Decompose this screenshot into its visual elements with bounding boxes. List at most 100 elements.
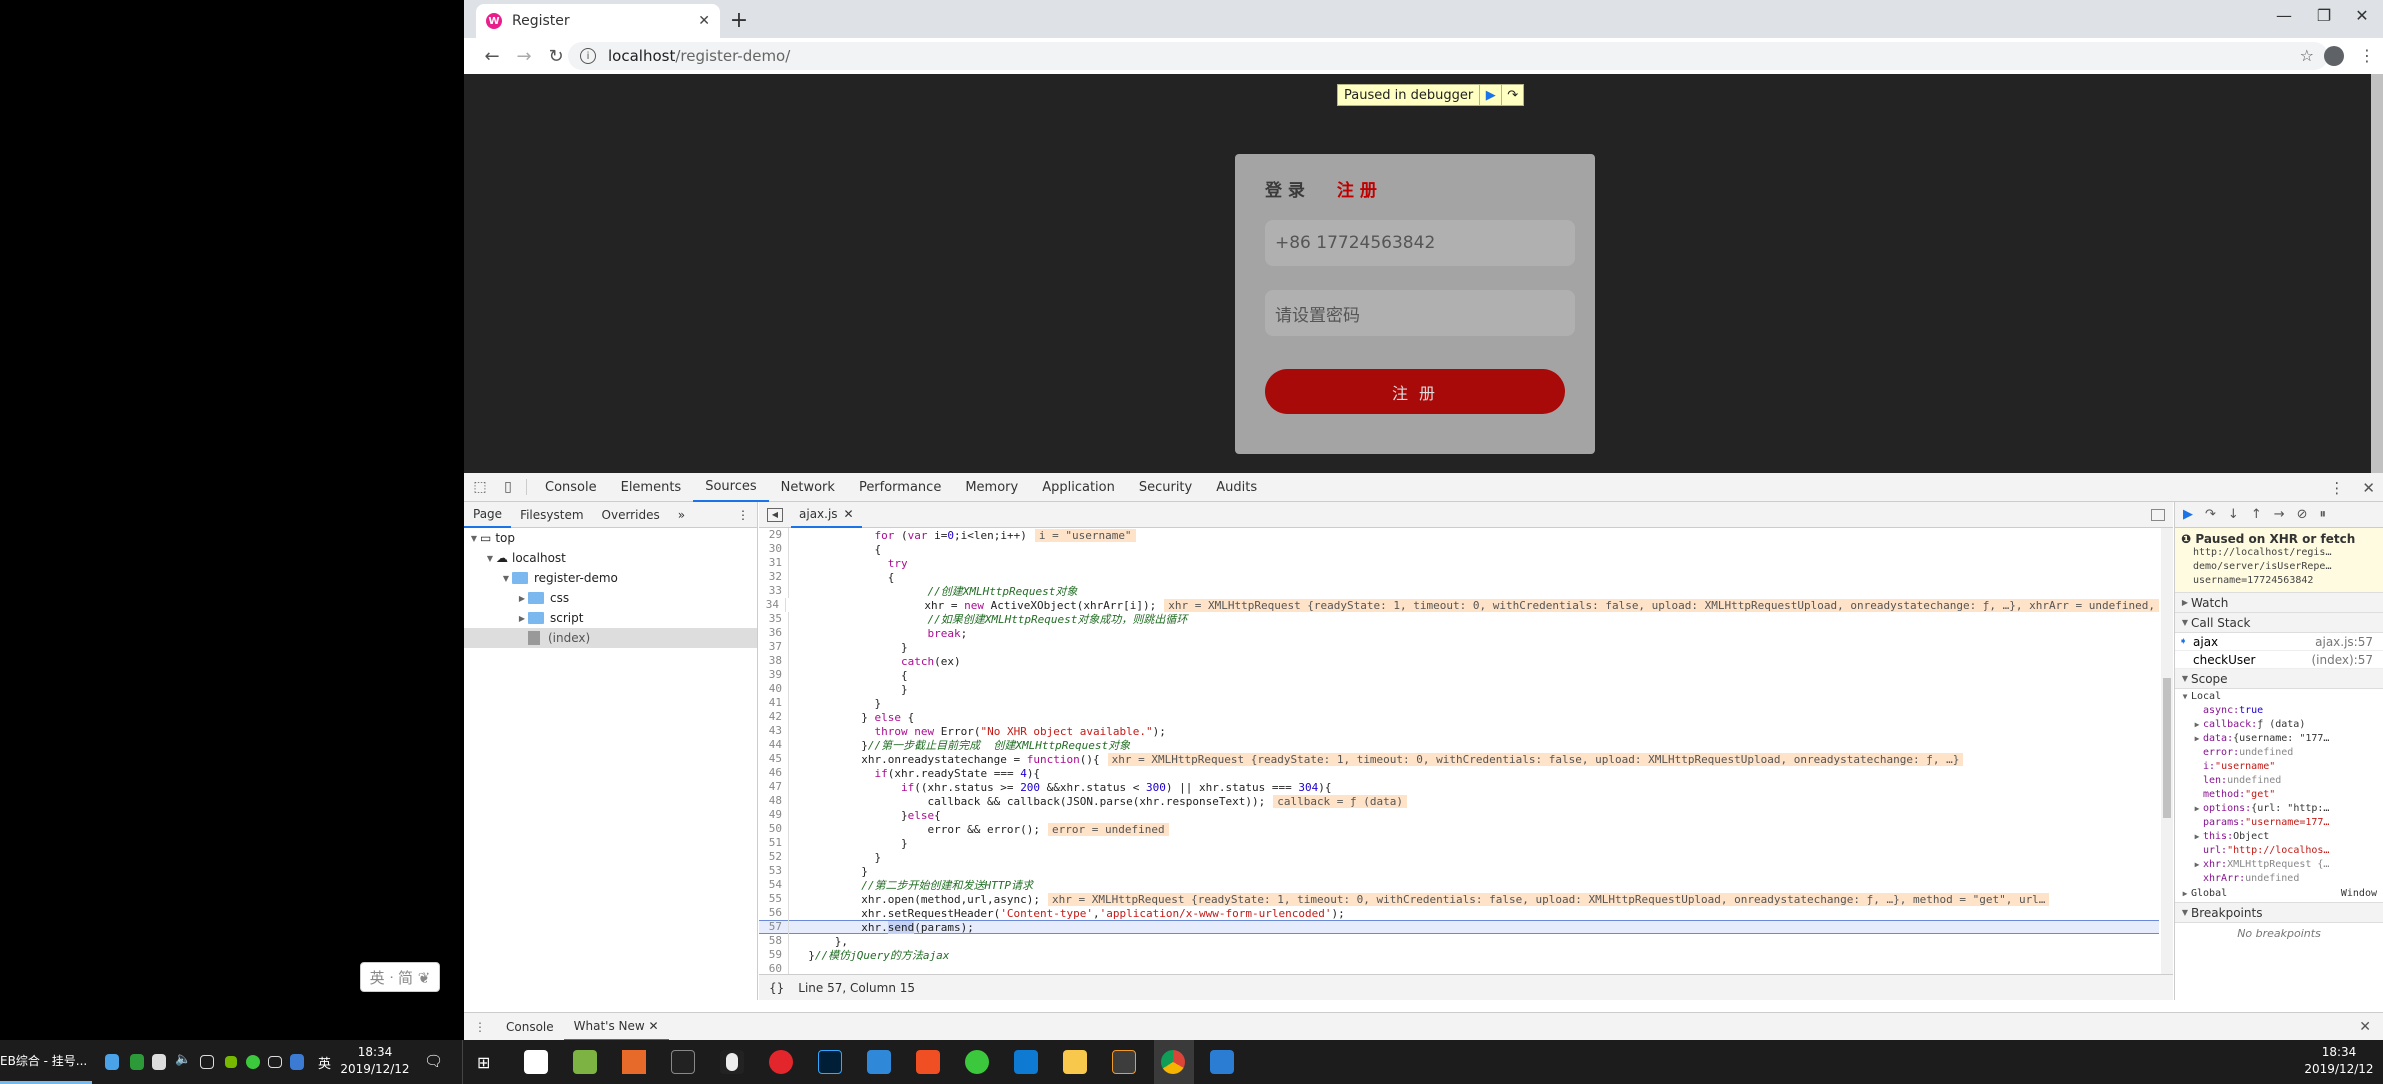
info-icon[interactable]: i <box>580 48 596 64</box>
line-number[interactable]: 31 <box>759 556 789 570</box>
code-line[interactable]: 42 } else { <box>759 710 2159 724</box>
tab-security[interactable]: Security <box>1127 473 1204 502</box>
network-icon[interactable] <box>200 1055 214 1069</box>
collapsed-arrow-icon[interactable]: ▶ <box>516 594 528 603</box>
line-number[interactable]: 49 <box>759 808 789 822</box>
tab-audits[interactable]: Audits <box>1204 473 1269 502</box>
close-drawer-icon[interactable]: ✕ <box>2359 1019 2371 1035</box>
line-number[interactable]: 59 <box>759 948 789 962</box>
vscode-icon[interactable] <box>1014 1050 1038 1074</box>
photoshop-icon[interactable] <box>818 1050 842 1074</box>
tab-application[interactable]: Application <box>1030 473 1127 502</box>
tree-item[interactable]: ▼ ☁ localhost <box>464 548 757 568</box>
code-line[interactable]: 52 } <box>759 850 2159 864</box>
code-line[interactable]: 60 <box>759 962 2159 974</box>
line-number[interactable]: 47 <box>759 780 789 794</box>
scope-variable[interactable]: ▶ callback: ƒ (data) <box>2175 717 2383 731</box>
line-number[interactable]: 35 <box>759 612 789 626</box>
xmind-icon[interactable] <box>916 1050 940 1074</box>
scope-variable[interactable]: ▶ this: Object <box>2175 829 2383 843</box>
resume-icon[interactable]: ▶ <box>2183 507 2193 522</box>
breakpoints-section[interactable]: ▼ Breakpoints <box>2175 903 2383 923</box>
tab-network[interactable]: Network <box>769 473 847 502</box>
close-drawer-tab-icon[interactable]: ✕ <box>649 1019 659 1033</box>
scope-section[interactable]: ▼ Scope <box>2175 669 2383 689</box>
tray-app2-icon[interactable] <box>290 1054 304 1070</box>
code-line[interactable]: 57 xhr.send(params); <box>759 920 2159 934</box>
code-line[interactable]: 39 { <box>759 668 2159 682</box>
nvidia-icon[interactable] <box>225 1056 237 1068</box>
line-number[interactable]: 56 <box>759 906 789 920</box>
line-number[interactable]: 57 <box>759 920 789 934</box>
drawer-tab-console[interactable]: Console <box>496 1013 564 1041</box>
expand-arrow-icon[interactable]: ▶ <box>2191 860 2203 869</box>
line-number[interactable]: 45 <box>759 752 789 766</box>
app-icon[interactable] <box>867 1050 891 1074</box>
tree-item[interactable]: ▼ register-demo <box>464 568 757 588</box>
drawer-menu-icon[interactable]: ⋮ <box>464 1020 496 1034</box>
input-language[interactable]: 英 <box>318 1053 331 1072</box>
code-line[interactable]: 31 try <box>759 556 2159 570</box>
code-line[interactable]: 59 }//模仿jQuery的方法ajax <box>759 948 2159 962</box>
code-line[interactable]: 54 //第二步开始创建和发送HTTP请求 <box>759 878 2159 892</box>
file-tab-ajax-js[interactable]: ajax.js ✕ <box>791 502 862 528</box>
browser-menu-icon[interactable]: ⋮ <box>2359 46 2375 65</box>
code-line[interactable]: 50 error && error(); error = undefined <box>759 822 2159 836</box>
tab-memory[interactable]: Memory <box>953 473 1030 502</box>
cmd-icon[interactable] <box>671 1050 695 1074</box>
matlab-icon[interactable] <box>622 1050 646 1074</box>
code-line[interactable]: 33 //创建XMLHttpRequest对象 <box>759 584 2159 598</box>
bookmark-star-icon[interactable]: ☆ <box>2300 46 2314 65</box>
close-devtools-icon[interactable]: ✕ <box>2362 479 2375 497</box>
device-toolbar-icon[interactable]: ▯ <box>496 479 520 495</box>
back-icon[interactable]: ← <box>476 46 508 67</box>
tree-item[interactable]: (index) <box>464 628 757 648</box>
file-explorer-icon[interactable] <box>1063 1050 1087 1074</box>
deactivate-breakpoints-icon[interactable]: ⊘ <box>2297 507 2308 522</box>
scope-variable[interactable]: ▶ xhr: XMLHttpRequest {… <box>2175 857 2383 871</box>
tab-performance[interactable]: Performance <box>847 473 953 502</box>
call-stack-section[interactable]: ▼ Call Stack <box>2175 613 2383 633</box>
expand-arrow-icon[interactable]: ▶ <box>2191 734 2203 743</box>
code-line[interactable]: 43 throw new Error("No XHR object availa… <box>759 724 2159 738</box>
code-line[interactable]: 45 xhr.onreadystatechange = function(){x… <box>759 752 2159 766</box>
pretty-print-icon[interactable]: {} <box>769 981 784 995</box>
nav-tab-page[interactable]: Page <box>464 502 512 528</box>
code-line[interactable]: 30 { <box>759 542 2159 556</box>
toggle-navigator-icon[interactable]: ◀ <box>767 507 783 522</box>
code-line[interactable]: 58 }, <box>759 934 2159 948</box>
tab-elements[interactable]: Elements <box>609 473 694 502</box>
left-clock[interactable]: 18:34 2019/12/12 <box>340 1044 410 1078</box>
line-number[interactable]: 46 <box>759 766 789 780</box>
scope-variable[interactable]: ▶ data: {username: "177… <box>2175 731 2383 745</box>
code-line[interactable]: 32 { <box>759 570 2159 584</box>
resume-icon[interactable]: ▶ <box>1479 85 1501 105</box>
step-into-icon[interactable]: ↓ <box>2228 507 2239 522</box>
tree-item[interactable]: ▶ script <box>464 608 757 628</box>
wechat-icon[interactable] <box>965 1050 989 1074</box>
wechat-tray-icon[interactable] <box>246 1055 260 1069</box>
close-tab-icon[interactable]: ✕ <box>698 13 710 29</box>
tab-console[interactable]: Console <box>533 473 609 502</box>
phone-input[interactable]: +86 17724563842 <box>1265 220 1575 266</box>
baidu-netdisk-icon[interactable] <box>524 1050 548 1074</box>
step-over-icon[interactable]: ↷ <box>2205 507 2216 522</box>
collapsed-arrow-icon[interactable]: ▶ <box>516 614 528 623</box>
page-scrollbar[interactable] <box>2371 74 2383 473</box>
account-avatar-icon[interactable] <box>2324 46 2344 66</box>
scroll-thumb[interactable] <box>2163 678 2171 818</box>
notification-icon[interactable]: 🗨 <box>424 1052 443 1070</box>
code-line[interactable]: 44 }//第一步截止目前完成 创建XMLHttpRequest对象 <box>759 738 2159 752</box>
tab-sources[interactable]: Sources <box>693 473 769 502</box>
expand-arrow-icon[interactable]: ▶ <box>2191 832 2203 841</box>
watch-section[interactable]: ▶ Watch <box>2175 593 2383 613</box>
line-number[interactable]: 39 <box>759 668 789 682</box>
system-clock[interactable]: 18:34 2019/12/12 <box>2300 1044 2378 1078</box>
tray-app-icon[interactable] <box>105 1054 119 1070</box>
netease-music-icon[interactable] <box>769 1050 793 1074</box>
frame-location[interactable]: ajax.js:57 <box>2315 635 2373 649</box>
word-icon[interactable] <box>1210 1050 1234 1074</box>
tray-wamp-icon[interactable] <box>130 1054 144 1070</box>
password-input[interactable]: 请设置密码 <box>1265 290 1575 336</box>
line-number[interactable]: 40 <box>759 682 789 696</box>
